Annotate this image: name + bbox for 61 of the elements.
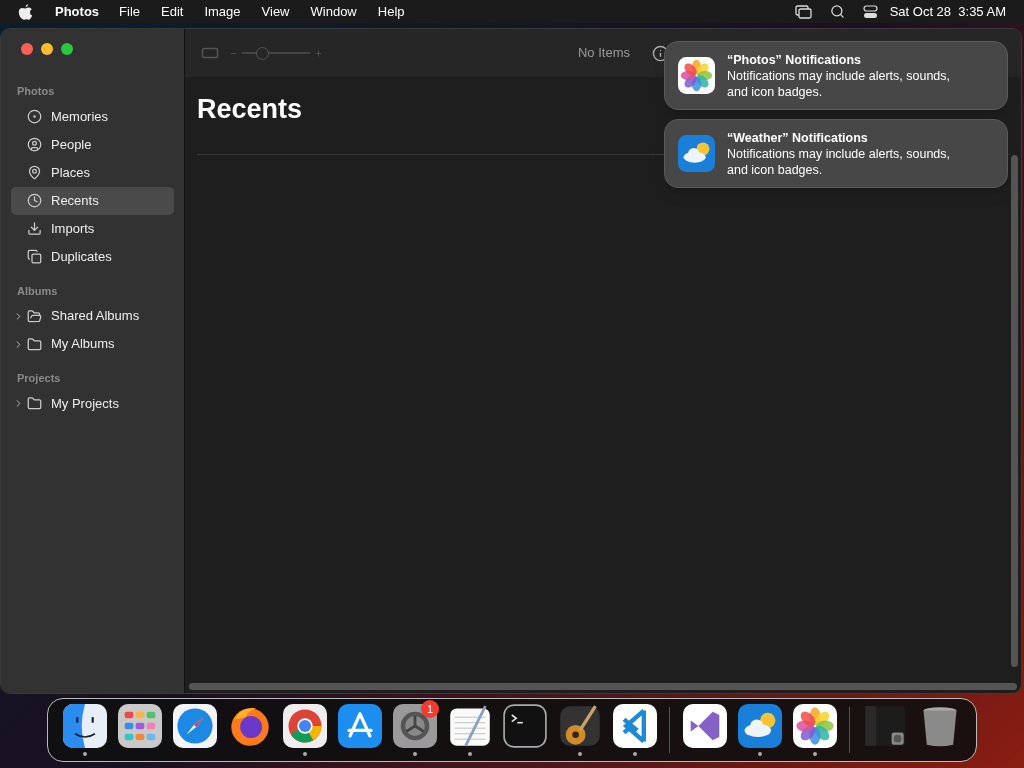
sidebar-item[interactable]: Duplicates <box>11 242 174 271</box>
folder-icon <box>27 336 42 352</box>
zoom-slider[interactable] <box>242 46 310 60</box>
control-center-icon[interactable] <box>862 4 878 19</box>
app-store-icon[interactable] <box>337 704 382 748</box>
copy-icon <box>27 249 42 264</box>
weather-icon[interactable] <box>737 704 782 748</box>
vertical-scrollbar[interactable] <box>1011 155 1018 667</box>
sidebar-item[interactable]: My Projects <box>11 389 174 418</box>
zoom-button[interactable] <box>61 43 73 55</box>
sidebar-item[interactable]: Imports <box>11 214 174 243</box>
window-thumbnail-icon[interactable] <box>862 704 907 748</box>
notepad-icon[interactable] <box>447 704 492 748</box>
photos-icon <box>678 57 715 94</box>
chrome-icon[interactable] <box>282 704 327 748</box>
menu-bar-clock[interactable]: Sat Oct 28 3:35 AM <box>889 1 1006 22</box>
menu-item[interactable]: Edit <box>161 1 184 22</box>
sidebar-section-title: Photos <box>16 84 56 99</box>
apple-logo-icon[interactable] <box>18 3 33 20</box>
memories-icon <box>27 109 42 124</box>
launchpad-icon[interactable] <box>117 704 162 748</box>
notification-title: “Photos” Notifications <box>727 51 863 68</box>
compass-icon[interactable] <box>172 704 217 748</box>
sidebar-item[interactable]: Places <box>11 158 174 187</box>
person-icon <box>27 137 42 152</box>
sidebar-item[interactable]: Memories <box>11 102 174 131</box>
clock-icon <box>27 193 42 208</box>
menu-item[interactable]: Image <box>204 1 241 22</box>
weather-icon <box>678 135 715 172</box>
menu-item[interactable]: File <box>119 1 140 22</box>
sidebar-item[interactable]: People <box>11 130 174 159</box>
search-icon[interactable] <box>829 4 845 19</box>
sidebar-item[interactable]: My Albums <box>11 330 174 358</box>
notification-badge: 1 <box>421 700 439 718</box>
sidebar-item[interactable]: Shared Albums <box>11 302 174 330</box>
menu-item[interactable]: Help <box>377 1 405 22</box>
close-button[interactable] <box>21 43 33 55</box>
minimize-button[interactable] <box>41 43 53 55</box>
menu-item[interactable]: View <box>261 1 290 22</box>
terminal-icon[interactable] <box>502 704 547 748</box>
sidebar-section-title: Albums <box>16 283 59 299</box>
notification-banner[interactable]: “Weather” Notifications Notifications may include alerts, sounds, and icon badges. <box>664 119 1008 188</box>
notification-banner[interactable]: “Photos” Notifications Notifications may include alerts, sounds, and icon badges. <box>664 41 1008 110</box>
guitar-icon[interactable] <box>557 704 602 748</box>
sidebar-section-title: Projects <box>16 371 62 386</box>
photos-icon[interactable] <box>792 704 837 748</box>
code-editor-icon[interactable] <box>612 704 657 748</box>
menu-item[interactable]: Window <box>310 1 357 22</box>
notification-title: “Weather” Notifications <box>727 129 869 146</box>
folder-icon <box>27 396 42 411</box>
horizontal-scrollbar[interactable] <box>189 682 1017 690</box>
download-icon <box>27 221 42 236</box>
gear-icon[interactable] <box>392 704 437 748</box>
finder-icon[interactable] <box>62 704 107 748</box>
sidebar-item[interactable]: Recents <box>11 186 174 215</box>
folder-icon <box>27 308 42 324</box>
screen-mirroring-icon[interactable] <box>794 4 812 19</box>
slider-thumb[interactable] <box>256 46 270 60</box>
app-menu[interactable]: Photos <box>55 1 100 22</box>
pin-icon <box>27 165 42 180</box>
item-count: No Items <box>578 44 630 63</box>
